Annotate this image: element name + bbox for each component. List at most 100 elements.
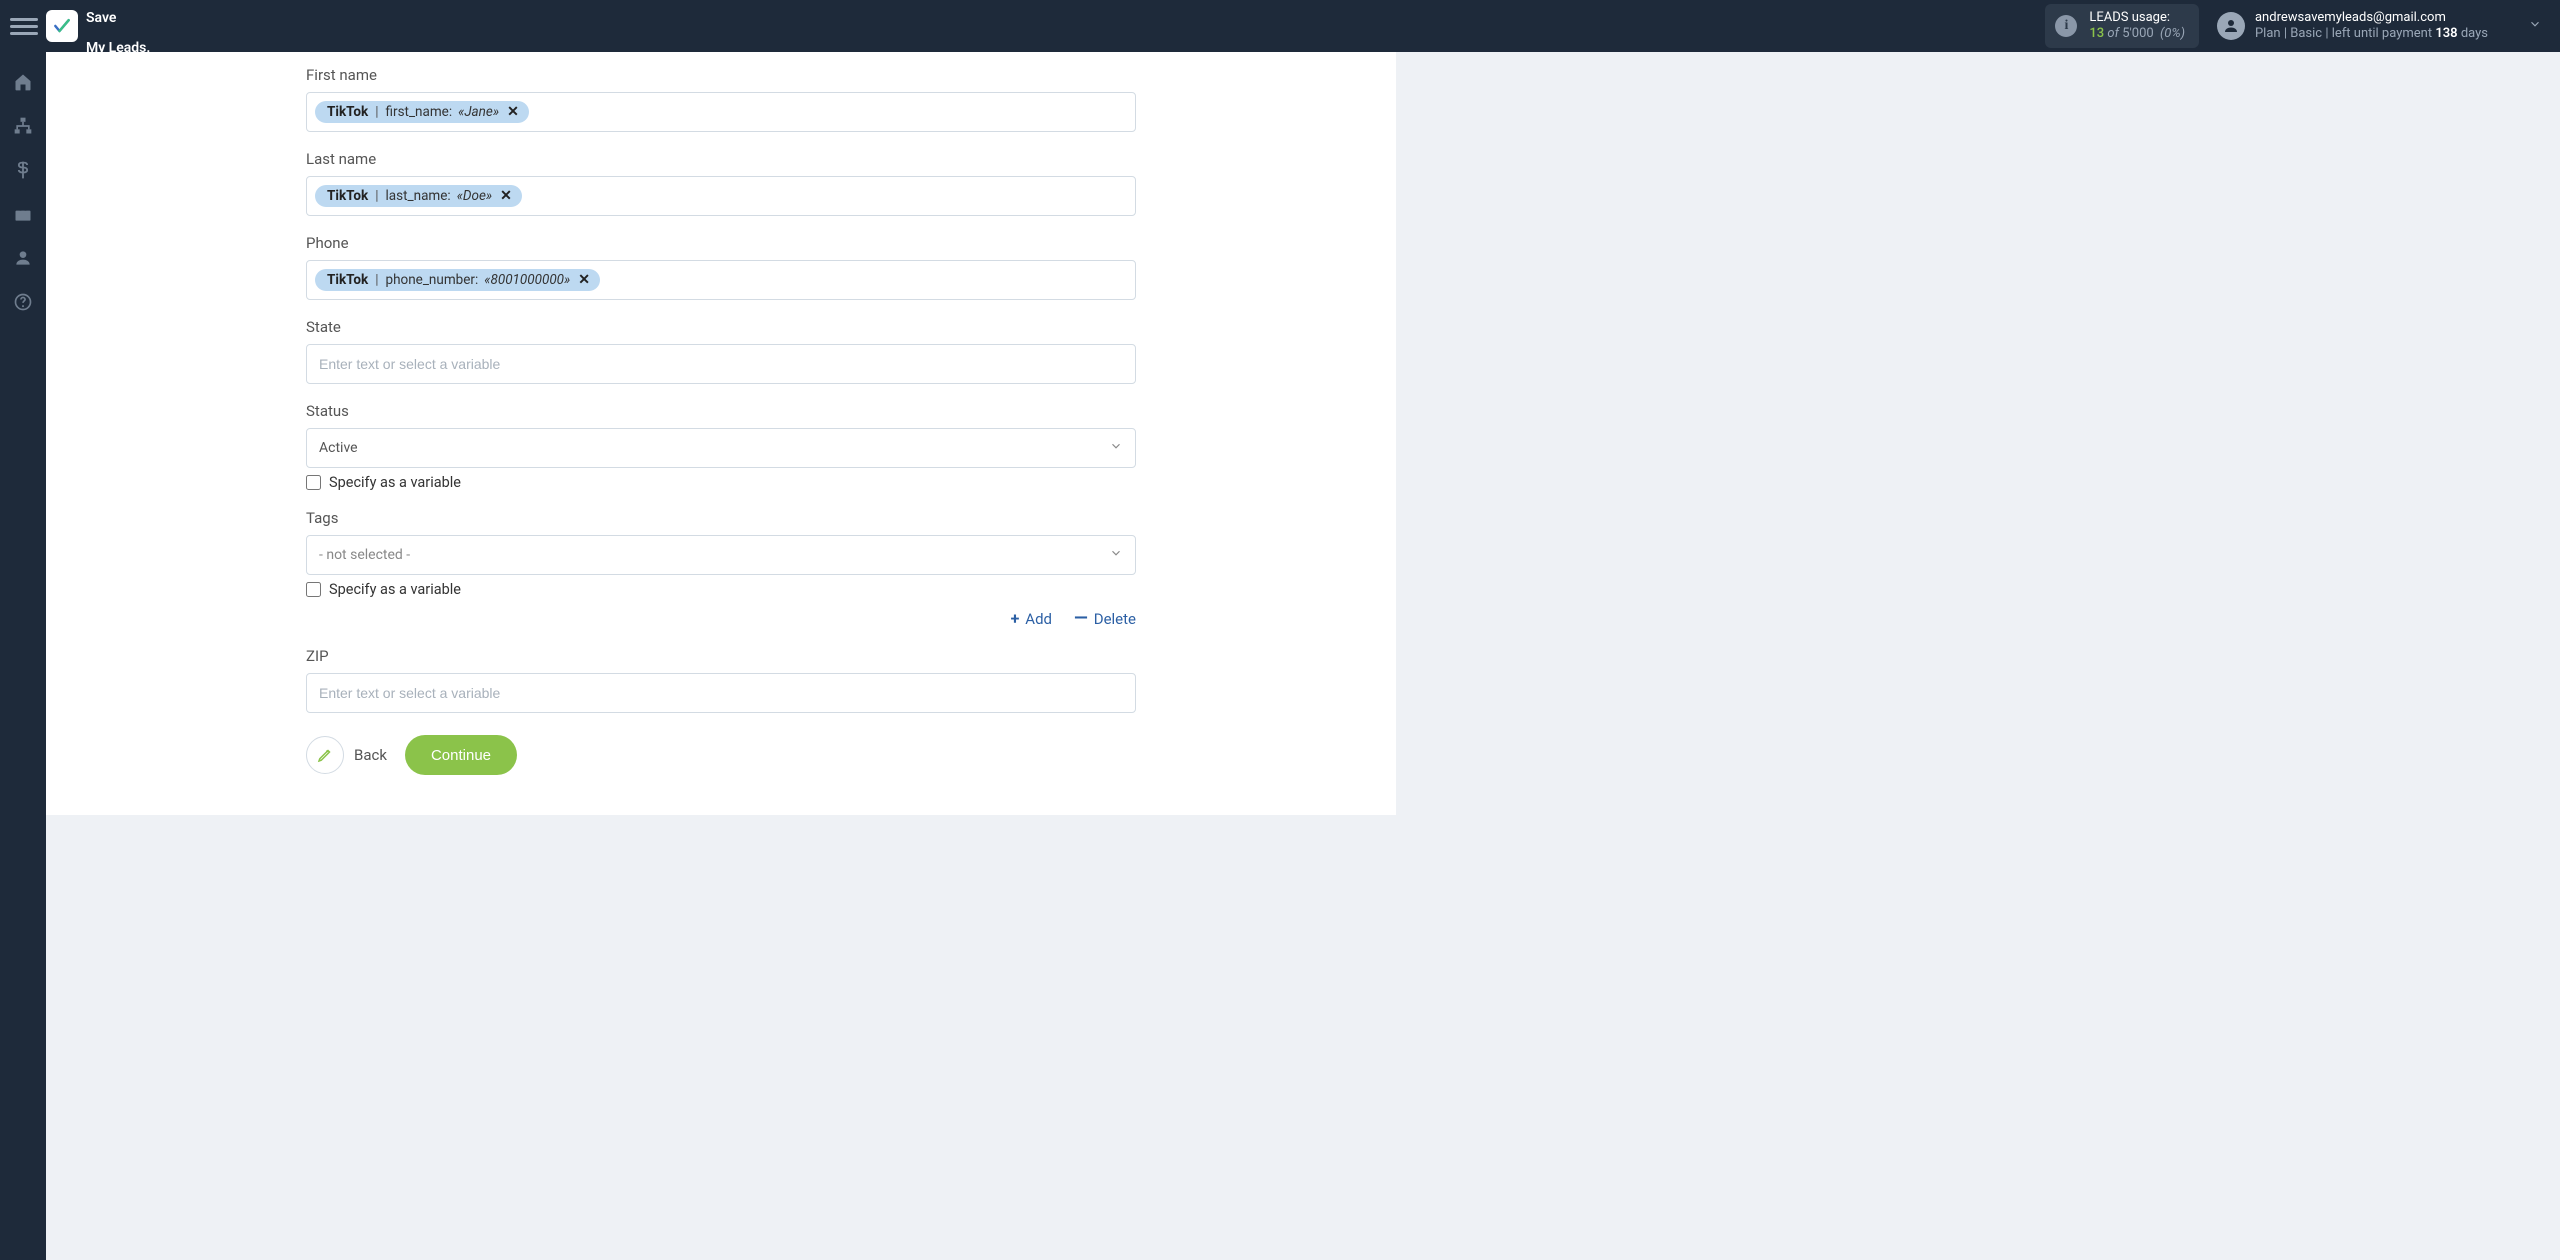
chip-separator: | [375, 188, 378, 204]
home-icon [13, 72, 33, 92]
tags-select[interactable]: - not selected - [306, 535, 1136, 575]
status-value: Active [319, 440, 358, 456]
tags-label: Tags [306, 509, 1136, 527]
sidebar-item-integrations[interactable] [0, 106, 46, 146]
usage-percent: (0%) [2160, 26, 2185, 41]
sidebar [0, 52, 46, 1260]
status-specify-checkbox[interactable] [306, 475, 321, 490]
tags-specify-label: Specify as a variable [329, 581, 461, 598]
brand-line1: Save [86, 10, 116, 26]
chevron-down-icon[interactable] [2528, 17, 2542, 35]
usage-of: of [2107, 26, 2119, 41]
account-block[interactable]: andrewsavemyleads@gmail.com Plan | Basic… [2217, 10, 2542, 43]
phone-label: Phone [306, 234, 1136, 252]
add-tag-link[interactable]: + Add [1011, 608, 1052, 629]
first-name-chip: TikTok | first_name: «Jane» ✕ [315, 101, 529, 123]
plan-days-num: 138 [2435, 26, 2457, 41]
plan-mid: | left until payment [2325, 26, 2432, 41]
state-input[interactable] [306, 344, 1136, 384]
zip-label: ZIP [306, 647, 1136, 665]
chip-separator: | [375, 272, 378, 288]
tags-value: - not selected - [319, 547, 410, 563]
plan-name: Basic [2290, 26, 2322, 41]
check-icon [52, 16, 72, 36]
status-specify-label: Specify as a variable [329, 474, 461, 491]
hamburger-menu-button[interactable] [10, 12, 38, 40]
chip-field: first_name: [386, 104, 453, 120]
add-tag-label: Add [1025, 610, 1052, 628]
user-icon [13, 248, 33, 268]
continue-button[interactable]: Continue [405, 735, 517, 775]
avatar-icon [2217, 12, 2245, 40]
account-plan-line: Plan | Basic | left until payment 138 da… [2255, 26, 2488, 42]
tag-actions: + Add — Delete [306, 608, 1136, 629]
chip-field: last_name: [386, 188, 451, 204]
dollar-icon [13, 160, 33, 180]
usage-numbers: 13 of 5'000 (0%) [2089, 26, 2185, 42]
usage-badge[interactable]: i LEADS usage: 13 of 5'000 (0%) [2045, 4, 2199, 47]
sidebar-item-help[interactable] [0, 282, 46, 322]
plus-icon: + [1011, 609, 1020, 628]
first-name-label: First name [306, 66, 1136, 84]
chip-separator: | [375, 104, 378, 120]
field-status: Status Active Specify as a variable [306, 402, 1136, 491]
usage-label: LEADS usage: [2089, 10, 2185, 26]
phone-input[interactable]: TikTok | phone_number: «8001000000» ✕ [306, 260, 1136, 300]
field-first-name: First name TikTok | first_name: «Jane» ✕ [306, 66, 1136, 132]
field-state: State [306, 318, 1136, 384]
usage-count: 13 [2089, 26, 2104, 41]
sitemap-icon [13, 116, 33, 136]
last-name-input[interactable]: TikTok | last_name: «Doe» ✕ [306, 176, 1136, 216]
first-name-input[interactable]: TikTok | first_name: «Jane» ✕ [306, 92, 1136, 132]
phone-chip: TikTok | phone_number: «8001000000» ✕ [315, 269, 600, 291]
brand-name: Save My Leads. [86, 0, 150, 55]
pencil-icon [306, 736, 344, 774]
delete-tag-label: Delete [1094, 610, 1136, 628]
sidebar-item-services[interactable] [0, 194, 46, 234]
brand-line2: My Leads. [86, 40, 150, 56]
chevron-down-icon [1109, 439, 1123, 457]
field-last-name: Last name TikTok | last_name: «Doe» ✕ [306, 150, 1136, 216]
back-button[interactable]: Back [306, 736, 387, 774]
form-panel: First name TikTok | first_name: «Jane» ✕… [46, 52, 1396, 815]
chip-sample: «8001000000» [484, 272, 570, 288]
usage-text: LEADS usage: 13 of 5'000 (0%) [2089, 10, 2185, 41]
tags-specify-checkbox[interactable] [306, 582, 321, 597]
zip-input[interactable] [306, 673, 1136, 713]
logo[interactable] [46, 10, 78, 42]
chip-remove-icon[interactable]: ✕ [507, 104, 519, 120]
chevron-down-icon [1109, 546, 1123, 564]
account-info: andrewsavemyleads@gmail.com Plan | Basic… [2255, 10, 2488, 43]
plan-prefix: Plan | [2255, 26, 2287, 41]
status-label: Status [306, 402, 1136, 420]
chip-source: TikTok [327, 272, 368, 288]
sidebar-item-home[interactable] [0, 62, 46, 102]
chip-source: TikTok [327, 104, 368, 120]
status-select[interactable]: Active [306, 428, 1136, 468]
sidebar-item-account[interactable] [0, 238, 46, 278]
tags-specify-row[interactable]: Specify as a variable [306, 581, 1136, 598]
chip-remove-icon[interactable]: ✕ [500, 188, 512, 204]
last-name-label: Last name [306, 150, 1136, 168]
chip-sample: «Doe» [457, 188, 492, 204]
account-email: andrewsavemyleads@gmail.com [2255, 10, 2488, 26]
topbar: Save My Leads. i LEADS usage: 13 of 5'00… [0, 0, 2560, 52]
status-specify-row[interactable]: Specify as a variable [306, 474, 1136, 491]
last-name-chip: TikTok | last_name: «Doe» ✕ [315, 185, 522, 207]
info-icon: i [2055, 15, 2077, 37]
briefcase-icon [13, 204, 33, 224]
usage-total: 5'000 [2122, 26, 2154, 41]
sidebar-item-billing[interactable] [0, 150, 46, 190]
chip-sample: «Jane» [458, 104, 499, 120]
help-icon [13, 292, 33, 312]
state-label: State [306, 318, 1136, 336]
field-tags: Tags - not selected - Specify as a varia… [306, 509, 1136, 629]
chip-remove-icon[interactable]: ✕ [578, 272, 590, 288]
minus-icon: — [1074, 608, 1088, 629]
back-label: Back [354, 746, 387, 764]
delete-tag-link[interactable]: — Delete [1074, 608, 1136, 629]
plan-days-word: days [2461, 26, 2488, 41]
field-zip: ZIP [306, 647, 1136, 713]
chip-source: TikTok [327, 188, 368, 204]
chip-field: phone_number: [386, 272, 479, 288]
